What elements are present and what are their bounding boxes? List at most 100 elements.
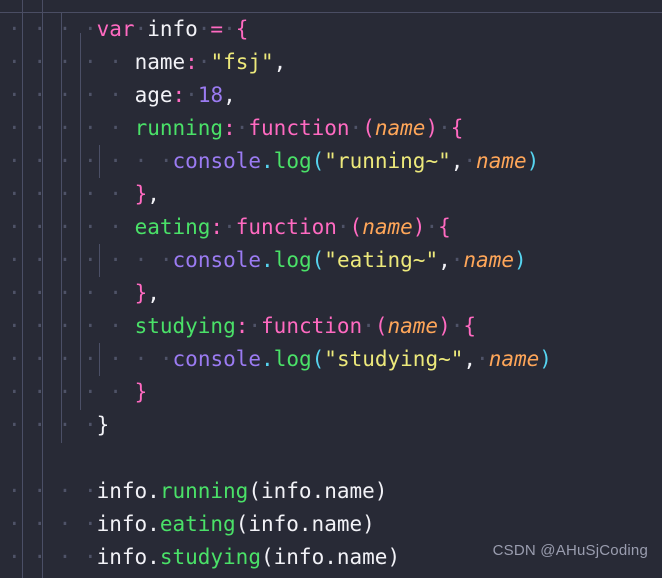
code-line-4[interactable]: · · · · · running:·function·(name)·{	[0, 112, 662, 145]
token-paren-close: )	[362, 512, 375, 536]
token-paren-close: )	[425, 116, 439, 140]
code-line-8[interactable]: · · · · · · ·console.log("eating~",·name…	[0, 244, 662, 277]
code-line-14-blank[interactable]	[0, 442, 662, 475]
token-info-identifier: info	[96, 479, 148, 503]
code-line-3[interactable]: · · · · · age:·18,	[0, 79, 662, 112]
token-paren-open: (	[311, 149, 325, 173]
token-dot: .	[147, 512, 160, 536]
code-line-10[interactable]: · · · · · studying:·function·(name)·{	[0, 310, 662, 343]
token-running-call: running	[159, 479, 249, 503]
whitespace-dots: · · · · · · ·	[8, 248, 173, 272]
ws: ·	[349, 116, 363, 140]
token-paren-close: )	[438, 314, 451, 338]
token-param-name: name	[387, 314, 439, 338]
ws: ·	[197, 50, 211, 74]
ws: ·	[425, 215, 439, 239]
token-eating-string: "eating~"	[324, 248, 439, 272]
ws: ·	[223, 17, 236, 41]
token-running-string: "running~"	[324, 149, 451, 173]
code-editor[interactable]: · · · ·var·info·=·{ · · · · · name:·"fsj…	[0, 0, 662, 578]
token-comma: ,	[223, 83, 236, 107]
ws: ·	[450, 314, 464, 338]
code-line-11[interactable]: · · · · · · ·console.log("studying~",·na…	[0, 343, 662, 376]
token-paren-close: )	[539, 347, 552, 371]
token-log-method: log	[273, 347, 312, 371]
token-fn-brace-close: }	[134, 380, 148, 404]
whitespace-dots: · · · ·	[8, 545, 97, 569]
token-age-number-value: 18	[197, 83, 224, 107]
code-line-9[interactable]: · · · · · },	[0, 277, 662, 310]
ws: ·	[248, 314, 262, 338]
token-paren-open: (	[248, 479, 261, 503]
token-info-identifier: info	[96, 512, 148, 536]
token-param-name-arg: name	[463, 248, 514, 272]
token-age-key: age	[134, 83, 173, 107]
token-comma: ,	[273, 50, 287, 74]
token-dot: .	[147, 479, 160, 503]
token-object-brace-close: }	[96, 413, 110, 437]
code-line-7[interactable]: · · · · · eating:·function·(name)·{	[0, 211, 662, 244]
whitespace-dots: · · · · ·	[8, 50, 122, 74]
token-comma: ,	[438, 248, 451, 272]
token-var-keyword: var	[96, 17, 135, 41]
token-paren-open: (	[311, 347, 325, 371]
code-line-6[interactable]: · · · · · },	[0, 178, 662, 211]
token-equals: =	[210, 17, 224, 41]
token-paren-close: )	[513, 248, 527, 272]
token-name-key: name	[134, 50, 186, 74]
whitespace-dots: · · · ·	[8, 413, 97, 437]
token-info-identifier: info	[96, 545, 148, 569]
token-function-keyword: function	[261, 314, 363, 338]
code-line-1[interactable]: · · · ·var·info·=·{	[0, 13, 662, 46]
token-fn-brace-open: {	[463, 314, 477, 338]
token-fn-brace-close: }	[134, 182, 148, 206]
token-eating-call: eating	[159, 512, 236, 536]
whitespace-dots: · · · · ·	[8, 314, 122, 338]
ws: ·	[235, 116, 249, 140]
token-info-name-argument: info.name	[248, 512, 363, 536]
token-paren-open: (	[362, 116, 375, 140]
code-line-15[interactable]: · · · ·info.running(info.name)	[0, 475, 662, 508]
token-param-name-arg: name	[488, 347, 540, 371]
token-object-brace-open: {	[235, 17, 249, 41]
token-info-name-argument: info.name	[273, 545, 388, 569]
ws: ·	[438, 116, 451, 140]
ws: ·	[450, 248, 464, 272]
token-colon: :	[235, 314, 249, 338]
token-param-name-arg: name	[476, 149, 527, 173]
whitespace-dots: · · · · · · ·	[8, 149, 173, 173]
token-dot: .	[147, 545, 160, 569]
whitespace-dots: · · · · ·	[8, 215, 122, 239]
token-dot: .	[261, 248, 274, 272]
ws: ·	[336, 215, 350, 239]
token-name-string-value: "fsj"	[210, 50, 274, 74]
token-param-name: name	[362, 215, 413, 239]
token-paren-open: (	[260, 545, 274, 569]
whitespace-dots: · · · ·	[8, 512, 97, 536]
code-content[interactable]: · · · ·var·info·=·{ · · · · · name:·"fsj…	[0, 13, 662, 574]
token-console-object: console	[172, 347, 262, 371]
code-line-5[interactable]: · · · · · · ·console.log("running~",·nam…	[0, 145, 662, 178]
token-colon: :	[223, 116, 236, 140]
whitespace-dots: · · · · ·	[8, 380, 122, 404]
ws: ·	[476, 347, 489, 371]
token-paren-open: (	[311, 248, 325, 272]
token-paren-open: (	[235, 512, 249, 536]
ws: ·	[463, 149, 477, 173]
token-studying-string: "studying~"	[324, 347, 464, 371]
whitespace-dots: · · · · ·	[8, 83, 122, 107]
ws: ·	[362, 314, 375, 338]
token-paren-open: (	[349, 215, 363, 239]
code-line-13[interactable]: · · · ·}	[0, 409, 662, 442]
code-line-12[interactable]: · · · · · }	[0, 376, 662, 409]
token-function-keyword: function	[235, 215, 337, 239]
token-fn-brace-open: {	[438, 215, 451, 239]
token-colon: :	[172, 83, 186, 107]
token-log-method: log	[273, 149, 312, 173]
token-running-key: running	[134, 116, 224, 140]
token-info-name-argument: info.name	[261, 479, 375, 503]
token-paren-close: )	[387, 545, 401, 569]
gutter-stub-1	[42, 0, 43, 13]
whitespace-dots: · · · · · · ·	[8, 347, 173, 371]
code-line-2[interactable]: · · · · · name:·"fsj",	[0, 46, 662, 79]
